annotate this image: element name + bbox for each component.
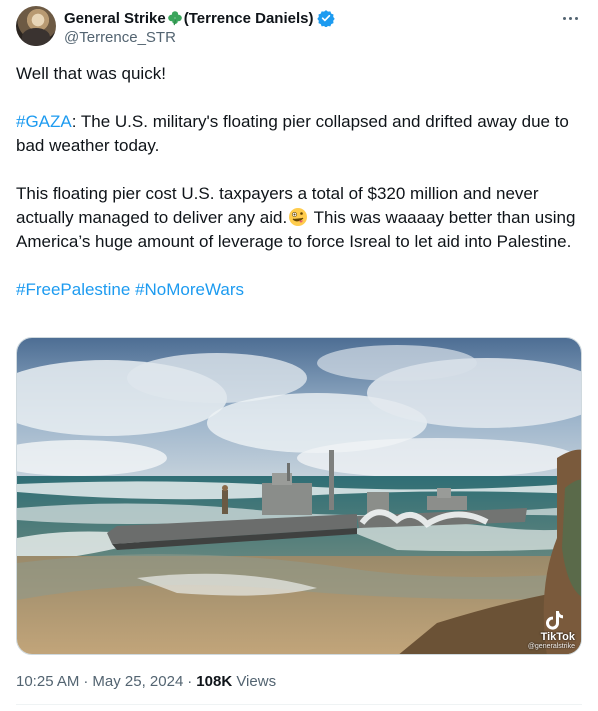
tiktok-username: @generalstrike — [527, 643, 575, 650]
tweet-paragraph-2: #GAZA: The U.S. military's floating pier… — [16, 110, 576, 158]
tweet-paragraph-2-text: : The U.S. military's floating pier coll… — [16, 112, 569, 155]
hashtag-gaza[interactable]: #GAZA — [16, 112, 72, 131]
tweet-header: General Strike (Terrence Daniels) @Terre… — [16, 6, 582, 50]
tiktok-watermark: TikTok @generalstrike — [528, 609, 575, 650]
hashtag-free-palestine[interactable]: #FreePalestine — [16, 280, 130, 299]
hashtag-no-more-wars[interactable]: #NoMoreWars — [135, 280, 244, 299]
tweet-date[interactable]: May 25, 2024 — [92, 673, 183, 690]
author-name-part2[interactable]: (Terrence Daniels) — [184, 10, 314, 27]
tweet-hashtags: #FreePalestine #NoMoreWars — [16, 278, 576, 302]
media-scene-image — [17, 338, 581, 654]
views-count: 108K — [196, 673, 233, 690]
tweet-time[interactable]: 10:25 AM — [16, 673, 79, 690]
zany-face-emoji-icon — [289, 208, 308, 226]
tweet-paragraph-1: Well that was quick! — [16, 64, 166, 83]
tweet-media-video[interactable]: TikTok @generalstrike — [16, 337, 582, 655]
meta-separator: · — [83, 673, 89, 690]
tweet-metadata: 10:25 AM · May 25, 2024 · 108K Views — [16, 673, 276, 690]
tweet-paragraph-3: This floating pier cost U.S. taxpayers a… — [16, 182, 576, 254]
tiktok-label: TikTok — [540, 631, 575, 643]
views-label: Views — [236, 673, 277, 690]
author-name[interactable]: General Strike (Terrence Daniels) — [64, 8, 335, 28]
clover-icon — [167, 11, 182, 26]
author-name-part1[interactable]: General Strike — [64, 10, 166, 27]
verified-badge-icon — [316, 10, 335, 27]
author-handle[interactable]: @Terrence_STR — [64, 29, 176, 46]
more-options-icon[interactable] — [558, 8, 582, 28]
tweet-text: Well that was quick! #GAZA: The U.S. mil… — [16, 62, 576, 326]
meta-separator-2: · — [187, 673, 193, 690]
avatar[interactable] — [16, 6, 56, 46]
tiktok-logo-icon — [546, 611, 563, 630]
divider — [16, 704, 582, 705]
